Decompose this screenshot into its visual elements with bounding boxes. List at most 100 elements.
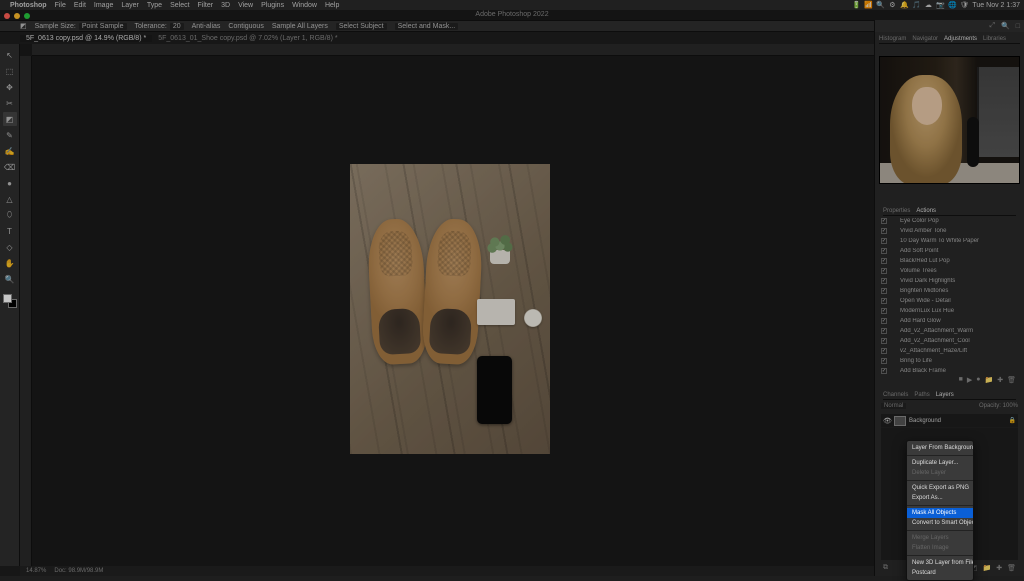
tolerance-input[interactable]: 20 [170,23,184,30]
hand-tool[interactable]: ✋ [3,256,17,270]
context-menu-item[interactable]: Quick Export as PNG [907,483,973,493]
status-icon[interactable]: 🎵 [912,1,920,9]
action-row[interactable]: ✓v2_Attachment_Haze/Lift [879,346,1020,356]
action-row[interactable]: ✓Open Wide - Detail [879,296,1020,306]
new-action-icon[interactable]: ✚ [997,376,1003,386]
status-icon[interactable]: 📷 [936,1,944,9]
stop-icon[interactable]: ■ [959,376,963,386]
delete-icon[interactable]: 🗑 [1007,376,1016,386]
record-icon[interactable]: ● [976,376,980,386]
context-menu-item[interactable]: Postcard [907,568,973,578]
eraser-tool[interactable]: ⌫ [3,160,17,174]
action-checkbox[interactable]: ✓ [881,328,887,334]
action-row[interactable]: ✓10 Day Warm To White Paper [879,236,1020,246]
lasso-tool[interactable]: ✥ [3,80,17,94]
menu-view[interactable]: View [238,2,253,9]
action-row[interactable]: ✓Add Soft Point [879,246,1020,256]
canvas-area[interactable] [20,44,874,566]
workspace-icon[interactable]: □ [1016,23,1020,30]
tab-adjustments[interactable]: Adjustments [944,36,977,42]
menu-select[interactable]: Select [170,2,189,9]
shape-tool[interactable]: ⬯ [3,208,17,222]
pen-tool[interactable]: △ [3,192,17,206]
crop-tool[interactable]: ✂ [3,96,17,110]
menu-window[interactable]: Window [292,2,317,9]
layer-name[interactable]: Background [909,418,941,424]
action-row[interactable]: ✓Vivid Dark Highlights [879,276,1020,286]
trash-icon[interactable]: 🗑 [1007,564,1016,572]
horizontal-ruler[interactable] [32,44,874,56]
tab-properties[interactable]: Properties [883,208,910,214]
action-row[interactable]: ✓ModernLux Lux Hue [879,306,1020,316]
new-set-icon[interactable]: 📁 [985,376,994,386]
menu-edit[interactable]: Edit [74,2,86,9]
status-icon[interactable]: 🔔 [900,1,908,9]
action-checkbox[interactable]: ✓ [881,308,887,314]
search-icon[interactable]: 🔍 [1001,22,1010,30]
tab-libraries[interactable]: Libraries [983,36,1006,42]
status-icon[interactable]: ☁ [924,1,932,9]
gradient-tool[interactable]: ● [3,176,17,190]
actions-list[interactable]: ✓Eye Color Pop✓Vivid Amber Tone✓10 Day W… [879,216,1020,374]
action-checkbox[interactable]: ✓ [881,228,887,234]
contiguous-checkbox[interactable]: Contiguous [228,23,263,30]
eyedropper-tool[interactable]: ✎ [3,128,17,142]
action-checkbox[interactable]: ✓ [881,248,887,254]
action-checkbox[interactable]: ✓ [881,268,887,274]
color-swatches[interactable] [3,294,17,308]
action-row[interactable]: ✓Add_v2_Attachment_Warm [879,326,1020,336]
select-and-mask-button[interactable]: Select and Mask... [395,23,459,30]
action-checkbox[interactable]: ✓ [881,298,887,304]
menubar-clock[interactable]: Tue Nov 2 1:37 [972,2,1020,9]
layer-context-menu[interactable]: Layer From Background...Duplicate Layer.… [906,440,974,581]
menu-3d[interactable]: 3D [221,2,230,9]
tab-actions[interactable]: Actions [916,208,936,214]
magic-wand-tool[interactable]: ◩ [3,112,17,126]
status-icon[interactable]: 🛡 [960,1,968,9]
action-checkbox[interactable]: ✓ [881,218,887,224]
zoom-level[interactable]: 14.87% [26,568,46,574]
layer-row[interactable]: 👁 Background 🔒 [881,414,1018,428]
context-menu-item[interactable]: Mask All Objects [907,508,973,518]
document-tab[interactable]: 5F_0613_01_Shoe copy.psd @ 7.02% (Layer … [152,35,343,42]
action-checkbox[interactable]: ✓ [881,258,887,264]
tab-layers[interactable]: Layers [936,392,954,398]
action-checkbox[interactable]: ✓ [881,288,887,294]
action-checkbox[interactable]: ✓ [881,238,887,244]
tool-preset-icon[interactable]: ◩ [20,22,27,30]
status-icon[interactable]: 📶 [864,1,872,9]
path-tool[interactable]: ◇ [3,240,17,254]
sample-all-layers-checkbox[interactable]: Sample All Layers [272,23,328,30]
marquee-tool[interactable]: ⬚ [3,64,17,78]
action-checkbox[interactable]: ✓ [881,348,887,354]
zoom-tool[interactable]: 🔍 [3,272,17,286]
status-icon[interactable]: 🌐 [948,1,956,9]
menu-help[interactable]: Help [325,2,339,9]
document-tab[interactable]: 5F_0613 copy.psd @ 14.9% (RGB/8) * [20,35,152,42]
action-row[interactable]: ✓Vivid Amber Tone [879,226,1020,236]
new-layer-icon[interactable]: ✚ [996,564,1002,572]
minimize-window-button[interactable] [14,13,20,19]
menu-filter[interactable]: Filter [198,2,214,9]
menu-file[interactable]: File [55,2,66,9]
opacity-label[interactable]: Opacity: 100% [979,403,1018,409]
menu-type[interactable]: Type [147,2,162,9]
blend-mode-dropdown[interactable]: Normal [881,403,906,409]
play-icon[interactable]: ▶ [967,376,972,386]
menu-layer[interactable]: Layer [121,2,139,9]
tab-navigator[interactable]: Navigator [912,36,938,42]
antialias-checkbox[interactable]: Anti-alias [192,23,221,30]
zoom-window-button[interactable] [24,13,30,19]
sample-size-dropdown[interactable]: Point Sample [79,23,127,30]
context-menu-item[interactable]: New 3D Layer from File... [907,558,973,568]
foreground-color-swatch[interactable] [3,294,12,303]
action-checkbox[interactable]: ✓ [881,368,887,374]
action-checkbox[interactable]: ✓ [881,278,887,284]
vertical-ruler[interactable] [20,56,32,566]
tab-channels[interactable]: Channels [883,392,908,398]
action-row[interactable]: ✓Bring to Life [879,356,1020,366]
close-window-button[interactable] [4,13,10,19]
brush-tool[interactable]: ✍ [3,144,17,158]
context-menu-item[interactable]: Layer From Background... [907,443,973,453]
visibility-icon[interactable]: 👁 [883,417,891,425]
